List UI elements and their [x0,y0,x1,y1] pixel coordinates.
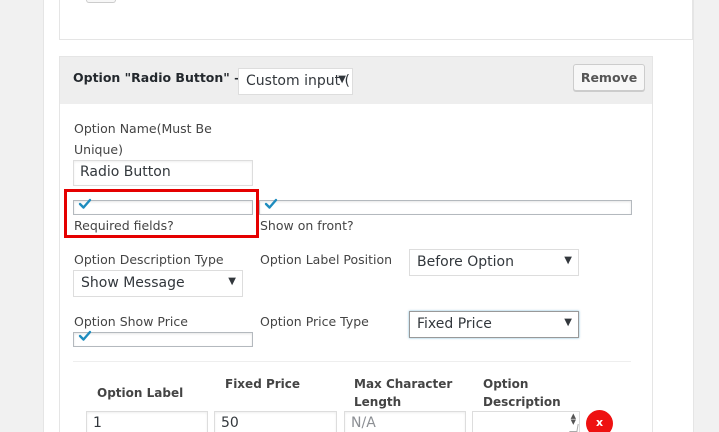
header-max-char-line1: Max Character [354,377,453,391]
option-type-value: Custom input ( [246,73,351,89]
show-on-front-label: Show on front? [260,218,354,233]
label-position-label: Option Label Position [260,252,393,267]
row-fixed-price-input[interactable]: 50 [214,411,337,432]
checkmark-icon [78,330,92,341]
page-background-left [0,0,43,432]
previous-option-button[interactable] [86,0,116,3]
price-type-select[interactable]: Fixed Price ▼ [409,311,579,338]
header-description-line2: Description [483,395,561,409]
highlight-annotation [64,189,259,238]
header-description-line1: Option [483,377,529,391]
row-description-textarea[interactable]: ▲ ▼ [472,411,580,432]
option-name-label-line1: Option Name(Must Be [74,121,212,136]
chevron-down-icon: ▼ [228,276,236,287]
description-type-select[interactable]: Show Message ▼ [73,270,243,297]
chevron-down-icon: ▼ [564,255,572,266]
row-option-label-input[interactable]: 1 [86,411,208,432]
option-type-select[interactable]: Custom input ( ▼ [238,68,353,95]
label-position-value: Before Option [417,254,514,270]
show-on-front-checkbox[interactable] [259,198,632,215]
label-position-select[interactable]: Before Option ▼ [409,249,579,276]
remove-button[interactable]: Remove [573,64,645,91]
header-fixed-price: Fixed Price [225,377,301,391]
option-name-label-line2: Unique) [74,142,123,157]
chevron-down-icon: ▼ [564,317,572,328]
header-option-label: Option Label [97,386,184,400]
page-background-right [694,0,719,432]
description-type-label: Option Description Type [74,252,224,267]
option-header: Option "Radio Button" — Custom input ( ▼… [60,57,652,104]
row-max-length-input[interactable]: N/A [344,411,466,432]
previous-option-panel [59,0,693,40]
show-price-checkbox[interactable] [73,330,253,347]
section-divider [73,361,631,362]
description-type-value: Show Message [81,275,185,291]
header-max-char-line2: Length [354,395,402,409]
resize-handle-icon[interactable] [569,424,579,432]
delete-row-button[interactable]: x [586,410,613,432]
checkmark-icon [264,198,278,209]
option-title: Option "Radio Button" — [73,70,247,85]
price-type-label: Option Price Type [260,314,369,329]
option-name-input[interactable]: Radio Button [73,160,253,186]
price-type-value: Fixed Price [417,316,492,332]
chevron-down-icon: ▼ [338,74,346,85]
